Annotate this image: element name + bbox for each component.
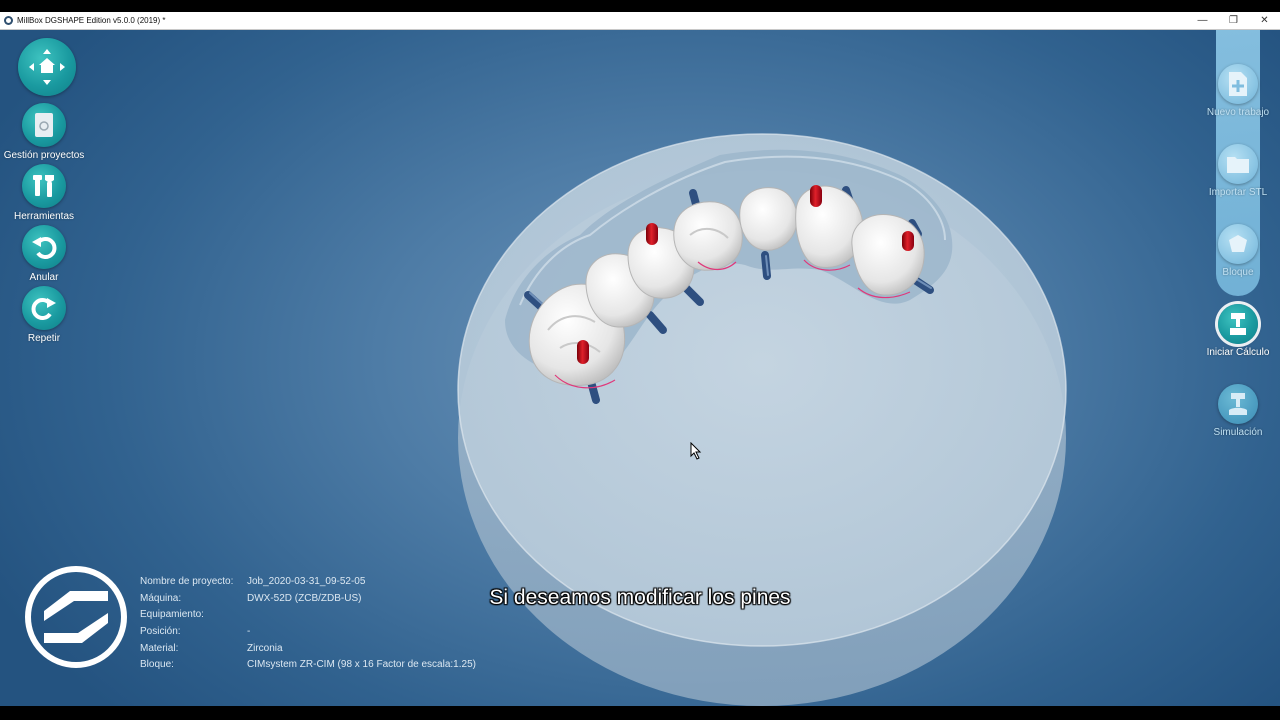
- minimize-button[interactable]: —: [1187, 12, 1218, 29]
- undo-icon[interactable]: [22, 225, 66, 269]
- restore-button[interactable]: ❐: [1218, 12, 1249, 29]
- tool-navigation[interactable]: [4, 38, 90, 96]
- tool-label: Anular: [29, 272, 59, 283]
- tool-block[interactable]: Bloque: [1198, 224, 1278, 278]
- tool-new-job[interactable]: Nuevo trabajo: [1198, 64, 1278, 118]
- tooth-4[interactable]: [673, 201, 743, 271]
- info-value: Zirconia: [247, 642, 283, 654]
- tools-icon[interactable]: [22, 164, 66, 208]
- 3d-viewport[interactable]: Gestión proyectos Herramientas Anular Re…: [0, 30, 1280, 706]
- close-button[interactable]: ✕: [1249, 12, 1280, 29]
- info-label: Material:: [140, 642, 179, 654]
- info-label: Bloque:: [140, 659, 174, 671]
- tool-projects[interactable]: Gestión proyectos: [1, 103, 87, 161]
- info-row: Posición: -: [140, 626, 476, 643]
- home-navigation-icon[interactable]: [18, 38, 76, 96]
- title-bar: MillBox DGSHAPE Edition v5.0.0 (2019) * …: [0, 12, 1280, 30]
- brand-logo-icon: [25, 566, 127, 668]
- tool-simulation[interactable]: Simulación: [1198, 384, 1278, 438]
- mouse-cursor-icon: [690, 442, 702, 460]
- tool-label: Gestión proyectos: [3, 150, 85, 161]
- tool-label: Herramientas: [13, 211, 75, 222]
- redo-icon[interactable]: [22, 286, 66, 330]
- tool-label: Simulación: [1213, 427, 1263, 438]
- info-value: CIMsystem ZR-CIM (98 x 16 Factor de esca…: [247, 659, 476, 671]
- tool-start-calculation[interactable]: Iniciar Cálculo: [1198, 304, 1278, 358]
- tool-label: Repetir: [27, 333, 61, 344]
- tool-label: Nuevo trabajo: [1206, 107, 1270, 118]
- block-icon[interactable]: [1218, 224, 1258, 264]
- info-value: -: [247, 626, 251, 638]
- app-logo-icon: [4, 16, 13, 25]
- tool-label: Iniciar Cálculo: [1206, 347, 1270, 358]
- project-management-icon[interactable]: [22, 103, 66, 147]
- tool-tools[interactable]: Herramientas: [1, 164, 87, 222]
- folder-icon[interactable]: [1218, 144, 1258, 184]
- info-row: Material: Zirconia: [140, 643, 476, 660]
- tooth-5[interactable]: [739, 187, 798, 251]
- tool-redo[interactable]: Repetir: [1, 286, 87, 344]
- video-subtitle: Si deseamos modificar los pines: [489, 586, 791, 609]
- window-title: MillBox DGSHAPE Edition v5.0.0 (2019) *: [17, 16, 166, 25]
- info-row: Equipamiento:: [140, 609, 476, 626]
- info-label: Posición:: [140, 626, 181, 638]
- tool-import-stl[interactable]: Importar STL: [1198, 144, 1278, 198]
- bottom-bar: [0, 706, 1280, 720]
- info-label: Equipamiento:: [140, 609, 204, 621]
- tool-undo[interactable]: Anular: [1, 225, 87, 283]
- tool-label: Importar STL: [1208, 187, 1268, 198]
- info-row: Bloque: CIMsystem ZR-CIM (98 x 16 Factor…: [140, 659, 476, 676]
- simulation-icon[interactable]: [1218, 384, 1258, 424]
- new-document-icon[interactable]: [1218, 64, 1258, 104]
- tool-label: Bloque: [1222, 267, 1254, 278]
- mill-calc-icon[interactable]: [1218, 304, 1258, 344]
